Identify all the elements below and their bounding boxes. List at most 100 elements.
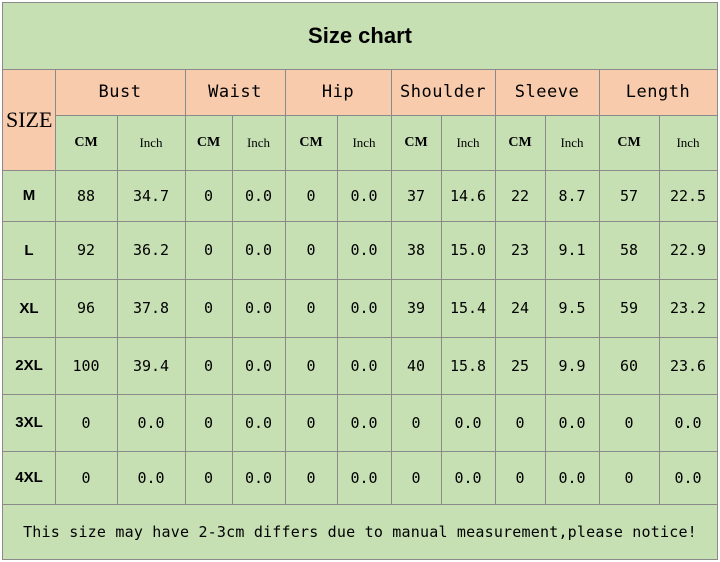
grid-line — [545, 115, 546, 504]
unit-header: Inch — [139, 134, 163, 150]
size-label: M — [22, 187, 36, 204]
unit-header: Inch — [246, 134, 271, 150]
measurement-cell: 58 — [619, 241, 639, 259]
grid-line — [3, 69, 717, 70]
measurement-cell: 0 — [515, 468, 525, 487]
measurement-cell: 8.7 — [558, 186, 586, 205]
measurement-cell: 15.0 — [449, 241, 487, 259]
grid-line — [232, 115, 233, 504]
measurement-cell: 38 — [406, 241, 426, 259]
grid-line — [55, 69, 56, 504]
size-label: XL — [19, 299, 39, 317]
measurement-cell: 0.0 — [558, 413, 586, 432]
measurement-cell: 0 — [515, 413, 525, 432]
measurement-cell: 0 — [306, 241, 316, 259]
measurement-cell: 96 — [76, 299, 96, 317]
measurement-cell: 0 — [203, 468, 214, 487]
measurement-cell: 15.4 — [449, 299, 487, 317]
grid-line — [391, 69, 392, 504]
measurement-cell: 0 — [624, 413, 634, 432]
measurement-cell: 37 — [406, 186, 426, 205]
measurement-cell: 0 — [81, 413, 91, 432]
measurement-cell: 9.9 — [558, 356, 586, 375]
unit-header: CM — [299, 134, 323, 150]
measurement-cell: 39.4 — [132, 356, 170, 375]
measurement-cell: 0.0 — [558, 468, 586, 487]
grid-line — [3, 451, 717, 452]
unit-header: CM — [196, 134, 221, 150]
measurement-group-header: Bust — [55, 69, 185, 115]
measurement-cell: 0 — [306, 356, 316, 375]
grid-line — [117, 115, 118, 504]
size-column-header: SIZE — [6, 106, 53, 132]
measurement-cell: 0.0 — [350, 356, 378, 375]
measurement-cell: 0.0 — [244, 468, 273, 487]
measurement-cell: 39 — [406, 299, 426, 317]
grid-line — [599, 69, 600, 504]
size-chart-table: Size chart Bust CM Inch Waist CM Inch Hip CM Inc… — [2, 2, 718, 560]
measurement-cell: 23.6 — [669, 356, 707, 375]
measurement-cell: 0 — [203, 241, 214, 259]
measurement-cell: 57 — [619, 186, 639, 205]
measurement-cell: 0 — [624, 468, 634, 487]
measurement-cell: 0 — [203, 356, 214, 375]
measurement-cell: 0.0 — [137, 413, 165, 432]
measurement-cell: 0.0 — [350, 468, 378, 487]
grid-line — [185, 69, 186, 504]
measurement-cell: 0.0 — [674, 413, 702, 432]
measurement-cell: 0.0 — [454, 413, 482, 432]
measurement-cell: 0 — [203, 413, 214, 432]
size-label: 4XL — [15, 469, 43, 486]
measurement-cell: 23 — [510, 241, 530, 259]
grid-line — [3, 394, 717, 395]
measurement-cell: 0.0 — [350, 241, 378, 259]
measurement-cell: 9.1 — [558, 241, 586, 259]
measurement-cell: 0 — [203, 299, 214, 317]
measurement-group-header: Sleeve — [495, 69, 599, 115]
unit-header: CM — [404, 134, 428, 150]
measurement-cell: 88 — [76, 186, 96, 205]
measurement-cell: 0 — [411, 413, 421, 432]
unit-header: Inch — [456, 134, 480, 150]
measurement-cell: 0.0 — [350, 413, 378, 432]
measurement-cell: 0 — [203, 186, 214, 205]
measurement-cell: 22.9 — [669, 241, 707, 259]
measurement-cell: 22.5 — [669, 186, 707, 205]
measurement-cell: 0.0 — [244, 356, 273, 375]
measurement-cell: 59 — [619, 299, 639, 317]
measurement-cell: 0.0 — [350, 299, 378, 317]
grid-line — [3, 221, 717, 222]
unit-header: Inch — [352, 134, 376, 150]
size-label: 3XL — [15, 414, 43, 431]
measurement-cell: 25 — [510, 356, 530, 375]
grid-line — [285, 69, 286, 504]
measurement-cell: 0.0 — [244, 299, 273, 317]
measurement-cell: 14.6 — [449, 186, 487, 205]
unit-header: CM — [617, 134, 641, 150]
chart-title: Size chart — [308, 23, 412, 48]
size-label: 2XL — [15, 357, 43, 374]
size-label: L — [24, 241, 34, 259]
grid-line — [495, 69, 496, 504]
measurement-cell: 36.2 — [132, 241, 170, 259]
grid-line — [441, 115, 442, 504]
measurement-group-header: Shoulder — [391, 69, 495, 115]
measurement-cell: 0.0 — [350, 186, 378, 205]
measurement-group-header: Length — [599, 69, 717, 115]
measurement-note: This size may have 2-3cm differs due to … — [23, 522, 697, 541]
grid-line — [3, 279, 717, 280]
grid-line — [3, 337, 717, 338]
measurement-cell: 9.5 — [558, 299, 586, 317]
measurement-group-header: Hip — [285, 69, 391, 115]
measurement-cell: 22 — [510, 186, 530, 205]
measurement-cell: 60 — [619, 356, 639, 375]
measurement-cell: 0 — [306, 299, 316, 317]
measurement-cell: 0 — [306, 413, 316, 432]
measurement-cell: 34.7 — [132, 186, 170, 205]
measurement-cell: 100 — [72, 356, 100, 375]
measurement-cell: 0 — [81, 468, 91, 487]
unit-header: Inch — [560, 134, 584, 150]
measurement-cell: 0 — [306, 468, 316, 487]
measurement-cell: 0 — [306, 186, 316, 205]
measurement-cell: 0.0 — [244, 413, 273, 432]
